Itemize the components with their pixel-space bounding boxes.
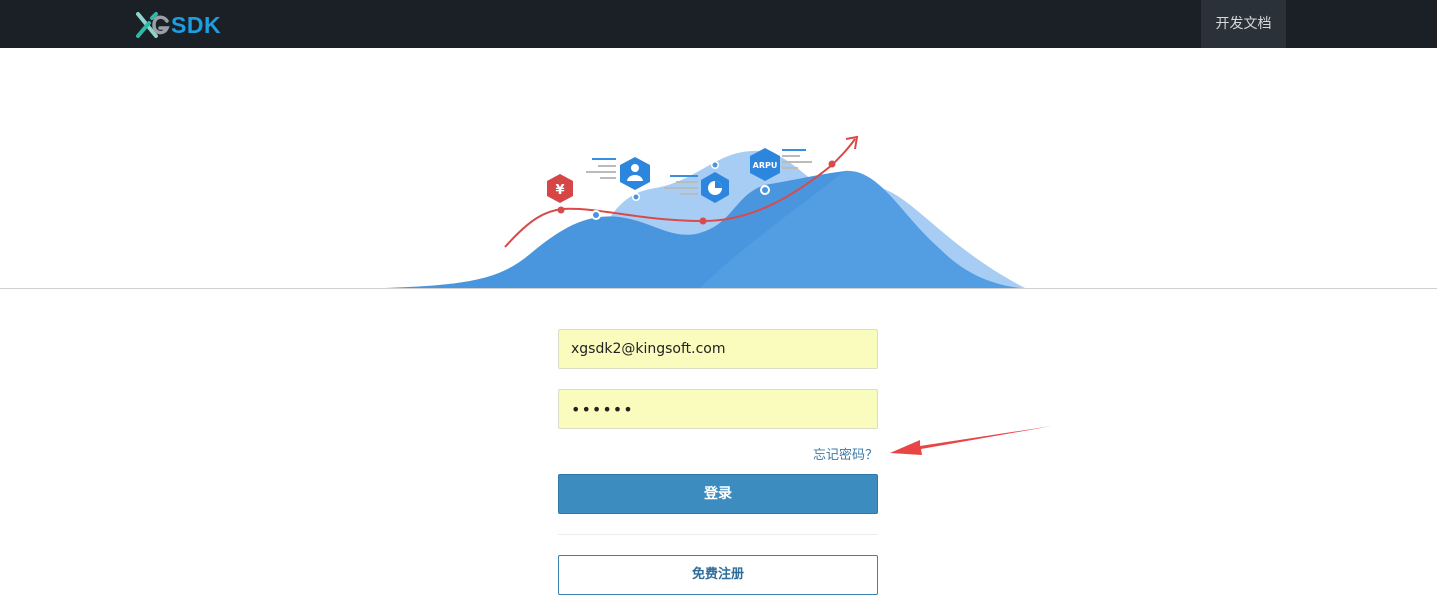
- arpu-label: ARPU: [753, 161, 778, 170]
- top-navbar: SDK 开发文档: [0, 0, 1437, 48]
- curve-point: [699, 217, 707, 225]
- xg-logo-icon: [136, 12, 170, 38]
- revenue-symbol: ¥: [555, 183, 564, 198]
- user-badge: [620, 157, 650, 190]
- hero-illustration: ¥ ARPU: [0, 49, 1437, 289]
- form-divider: [558, 534, 878, 535]
- curve-point: [557, 206, 565, 214]
- email-input[interactable]: [559, 330, 877, 368]
- curve-point: [828, 160, 836, 168]
- login-button[interactable]: 登录: [558, 474, 878, 514]
- password-input[interactable]: [559, 390, 877, 428]
- password-field[interactable]: [558, 389, 878, 429]
- logo-text: SDK: [171, 11, 222, 38]
- revenue-badge: ¥: [547, 174, 573, 203]
- xgsdk-logo[interactable]: SDK: [134, 9, 224, 41]
- developer-docs-link[interactable]: 开发文档: [1201, 0, 1286, 48]
- forgot-password-link[interactable]: 忘记密码？: [806, 444, 878, 463]
- register-button[interactable]: 免费注册: [558, 555, 878, 595]
- email-field[interactable]: [558, 329, 878, 369]
- annotation-arrow-icon: [890, 426, 1052, 455]
- hero-divider: [0, 288, 1437, 289]
